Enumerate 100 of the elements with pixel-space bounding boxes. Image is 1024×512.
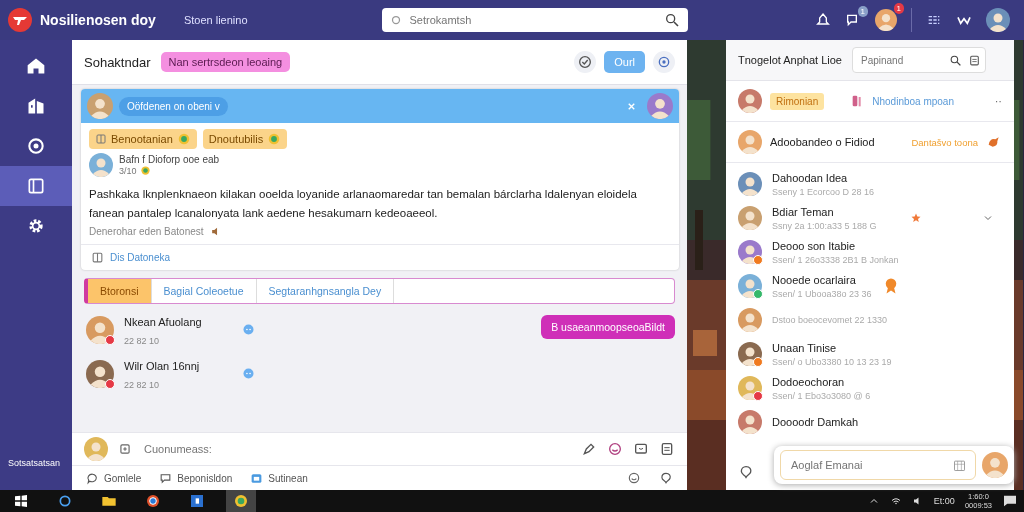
- avatar: [982, 452, 1008, 478]
- message-time: 22 82 10: [124, 380, 161, 390]
- search-input[interactable]: Papinand: [859, 53, 943, 67]
- sidebar-footer-text: Sotsatsatsan: [7, 458, 62, 468]
- contact-name: Dahoodan Idea: [772, 171, 849, 184]
- add-icon[interactable]: [118, 442, 132, 456]
- emoji-icon: [176, 132, 191, 146]
- contact-detail: Ssen/ o Ubo3380 10 13 23 19: [772, 356, 892, 367]
- contact-name: Nooede ocarlaira: [772, 273, 857, 286]
- circle-icon: [57, 493, 73, 509]
- action-link[interactable]: Sutinean: [250, 471, 308, 485]
- ring-icon: [656, 54, 672, 70]
- panel-title: Sohaktndar: [84, 54, 151, 70]
- contact-name: Dodoeochoran: [772, 375, 846, 388]
- contact-item[interactable]: Dodoeochoran Ssen/ 1 Ebo3o3080 @ 6: [726, 371, 1014, 405]
- pill-label: Oöfdenen on obeni v: [119, 96, 228, 116]
- action-link[interactable]: Beponisldon: [159, 471, 233, 485]
- avatar: [875, 9, 897, 31]
- search-input[interactable]: Setrokamtsh: [407, 13, 658, 27]
- contact-name: Bdiar Teman: [772, 205, 835, 218]
- sidebar-item[interactable]: [0, 166, 72, 206]
- contact-detail: Ssen/ 1 Ebo3o3080 @ 6: [772, 390, 871, 401]
- message-name: Nkean Afuolang: [124, 316, 202, 328]
- contact-item[interactable]: Deooo son Itabie Ssen/ 1 26o3338 2B1 B Jonkan: [726, 235, 1014, 269]
- action-link[interactable]: Gomlele: [86, 471, 142, 485]
- message-field[interactable]: Cuonumeass:: [142, 442, 571, 456]
- book-icon: [91, 251, 104, 264]
- notification-badge: 1: [893, 3, 904, 14]
- document-icon: [968, 53, 981, 67]
- emoji-icon[interactable]: [607, 441, 623, 457]
- typing-icon: [241, 322, 256, 337]
- panel-icon: [26, 176, 46, 196]
- browser-icon: [145, 493, 161, 509]
- post-link[interactable]: Dis Datoneka: [110, 252, 171, 263]
- square-icon: [95, 133, 107, 145]
- circle-button[interactable]: [653, 51, 675, 73]
- user-avatar: [986, 8, 1010, 32]
- avatar: [738, 130, 762, 154]
- author-name: Bafn f Dioforp ooe eab: [119, 154, 220, 165]
- typing-icon: [241, 366, 256, 381]
- contact-detail: Ssen/ 1 Ubooa38o 23 36: [772, 288, 872, 299]
- app-icon: [233, 493, 249, 509]
- avatar: [738, 172, 762, 196]
- home-icon: [26, 56, 46, 76]
- notification-icon[interactable]: [1002, 493, 1018, 509]
- avatar: [84, 437, 108, 461]
- contact-item[interactable]: Bdiar Teman Ssny 2a 1:00:a33 5 188 G: [726, 201, 1014, 235]
- search-icon[interactable]: [663, 12, 680, 28]
- calendar-icon: [952, 457, 967, 473]
- app-subtitle: Stoen lienino: [183, 14, 248, 26]
- contact-name: Unaan Tinise: [772, 341, 838, 354]
- note-icon: [159, 471, 173, 485]
- contact-name: Deooo son Itabie: [772, 239, 857, 252]
- emoji-icon[interactable]: [627, 471, 641, 485]
- wifi-icon[interactable]: [889, 495, 902, 507]
- building-icon: [26, 96, 46, 116]
- app-title: Nosilienosen doy: [40, 12, 156, 28]
- screen-icon[interactable]: [633, 441, 649, 457]
- message-input[interactable]: Aoglaf Emanai: [789, 458, 952, 472]
- post-text: Pashkaka lknplenknaeon kilakan ooelda loyanide arlanaomaredar tan bemalan bárclarha ldalenyan eloidela fanean pantalep lcanalonyata lank aedene hesakumarn kedeoaeeol.: [89, 187, 638, 221]
- author-avatar: [89, 153, 113, 177]
- tag: Nan sertrsdeon leoaing: [160, 52, 291, 72]
- avatar: [738, 206, 762, 230]
- contact-name: Adoobandeo o Fidiod: [770, 136, 875, 148]
- action-button[interactable]: B usaeanmoopseoaBildt: [541, 315, 675, 339]
- contact-detail: Ssen/ 1 26o3338 2B1 B Jonkan: [772, 254, 899, 265]
- contact-item[interactable]: Nooede ocarlaira Ssen/ 1 Ubooa38o 23 36: [726, 269, 1014, 303]
- notification-badge: 1: [857, 6, 868, 17]
- badge-label: Rimonian: [770, 92, 825, 110]
- avatar: [738, 89, 762, 113]
- chat-bubble-icon[interactable]: [738, 464, 754, 480]
- check-icon: [577, 54, 594, 70]
- target-icon: [26, 136, 46, 156]
- panel-title: Tnogelot Anphat Lioe: [738, 54, 842, 66]
- pen-icon[interactable]: [581, 441, 597, 457]
- avatar: [738, 410, 762, 434]
- search-field[interactable]: Papinand: [852, 47, 986, 73]
- circle-icon: [389, 14, 402, 26]
- avatar: [87, 93, 113, 119]
- contact-detail: Dstoo boeocevomet 22 1330: [772, 315, 888, 325]
- contact-detail: Sseny 1 Ecorcoo D 28 16: [772, 186, 875, 197]
- bell-icon[interactable]: [815, 12, 831, 28]
- search-field[interactable]: Setrokamtsh: [381, 8, 688, 32]
- document-icon[interactable]: [659, 441, 675, 457]
- avatar: [647, 93, 673, 119]
- comment-icon: [86, 471, 99, 485]
- contact-item[interactable]: Dahoodan Idea Sseny 1 Ecorcoo D 28 16: [726, 167, 1014, 201]
- tray-text: Et:00: [933, 496, 955, 506]
- contact-item[interactable]: Unaan Tinise Ssen/ o Ubo3380 10 13 23 19: [726, 337, 1014, 371]
- tag: Dnoutubilis: [202, 129, 288, 149]
- tab[interactable]: Btoronsi: [88, 279, 152, 303]
- composer-bar[interactable]: Cuonumeass:: [72, 432, 687, 465]
- emoji-icon: [139, 165, 151, 176]
- logo-icon: [8, 8, 32, 32]
- contact-item[interactable]: Doooodr Damkah: [726, 405, 1014, 439]
- app-icon: [189, 493, 205, 509]
- more-button[interactable]: ··: [994, 95, 1002, 107]
- avatar: [738, 308, 762, 332]
- message-field[interactable]: Aoglaf Emanai: [780, 450, 976, 480]
- check-button[interactable]: [574, 51, 597, 73]
